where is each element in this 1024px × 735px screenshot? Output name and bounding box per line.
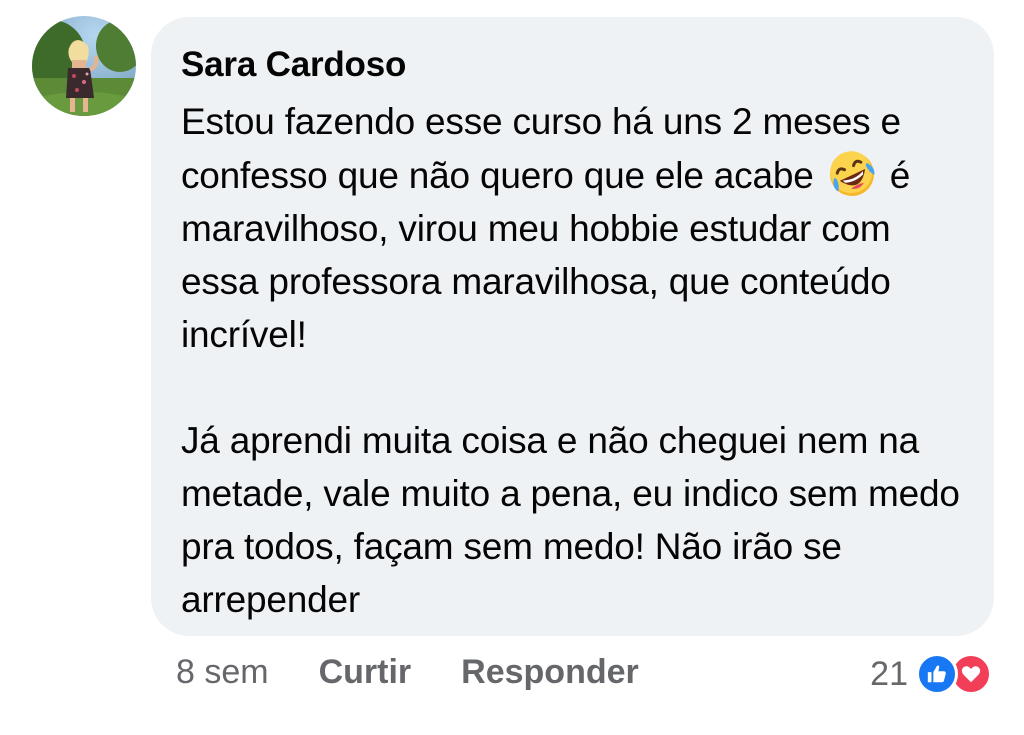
comment-bubble: Sara Cardoso Estou fazendo esse curso há… [151,17,994,636]
avatar[interactable] [32,16,136,116]
comment-timestamp[interactable]: 8 sem [176,653,269,692]
comment-text-part-1: Estou fazendo esse curso há uns 2 meses … [181,101,901,196]
comment-paragraph-1: Estou fazendo esse curso há uns 2 meses … [181,95,964,361]
reaction-count: 21 [870,654,908,693]
reactions-summary[interactable]: 21 [870,652,992,696]
rolling-on-floor-laughing-emoji-icon [826,148,878,200]
like-button[interactable]: Curtir [319,653,412,692]
comment-container: Sara Cardoso Estou fazendo esse curso há… [0,0,1024,735]
avatar-photo [32,16,136,116]
comment-actions: 8 sem Curtir Responder [176,648,689,696]
like-icon [916,653,958,695]
comment-author[interactable]: Sara Cardoso [181,45,964,85]
comment-paragraph-2: Já aprendi muita coisa e não cheguei nem… [181,420,960,620]
comment-body: Estou fazendo esse curso há uns 2 meses … [181,95,964,626]
reply-button[interactable]: Responder [461,653,639,692]
reaction-icons [916,653,992,695]
